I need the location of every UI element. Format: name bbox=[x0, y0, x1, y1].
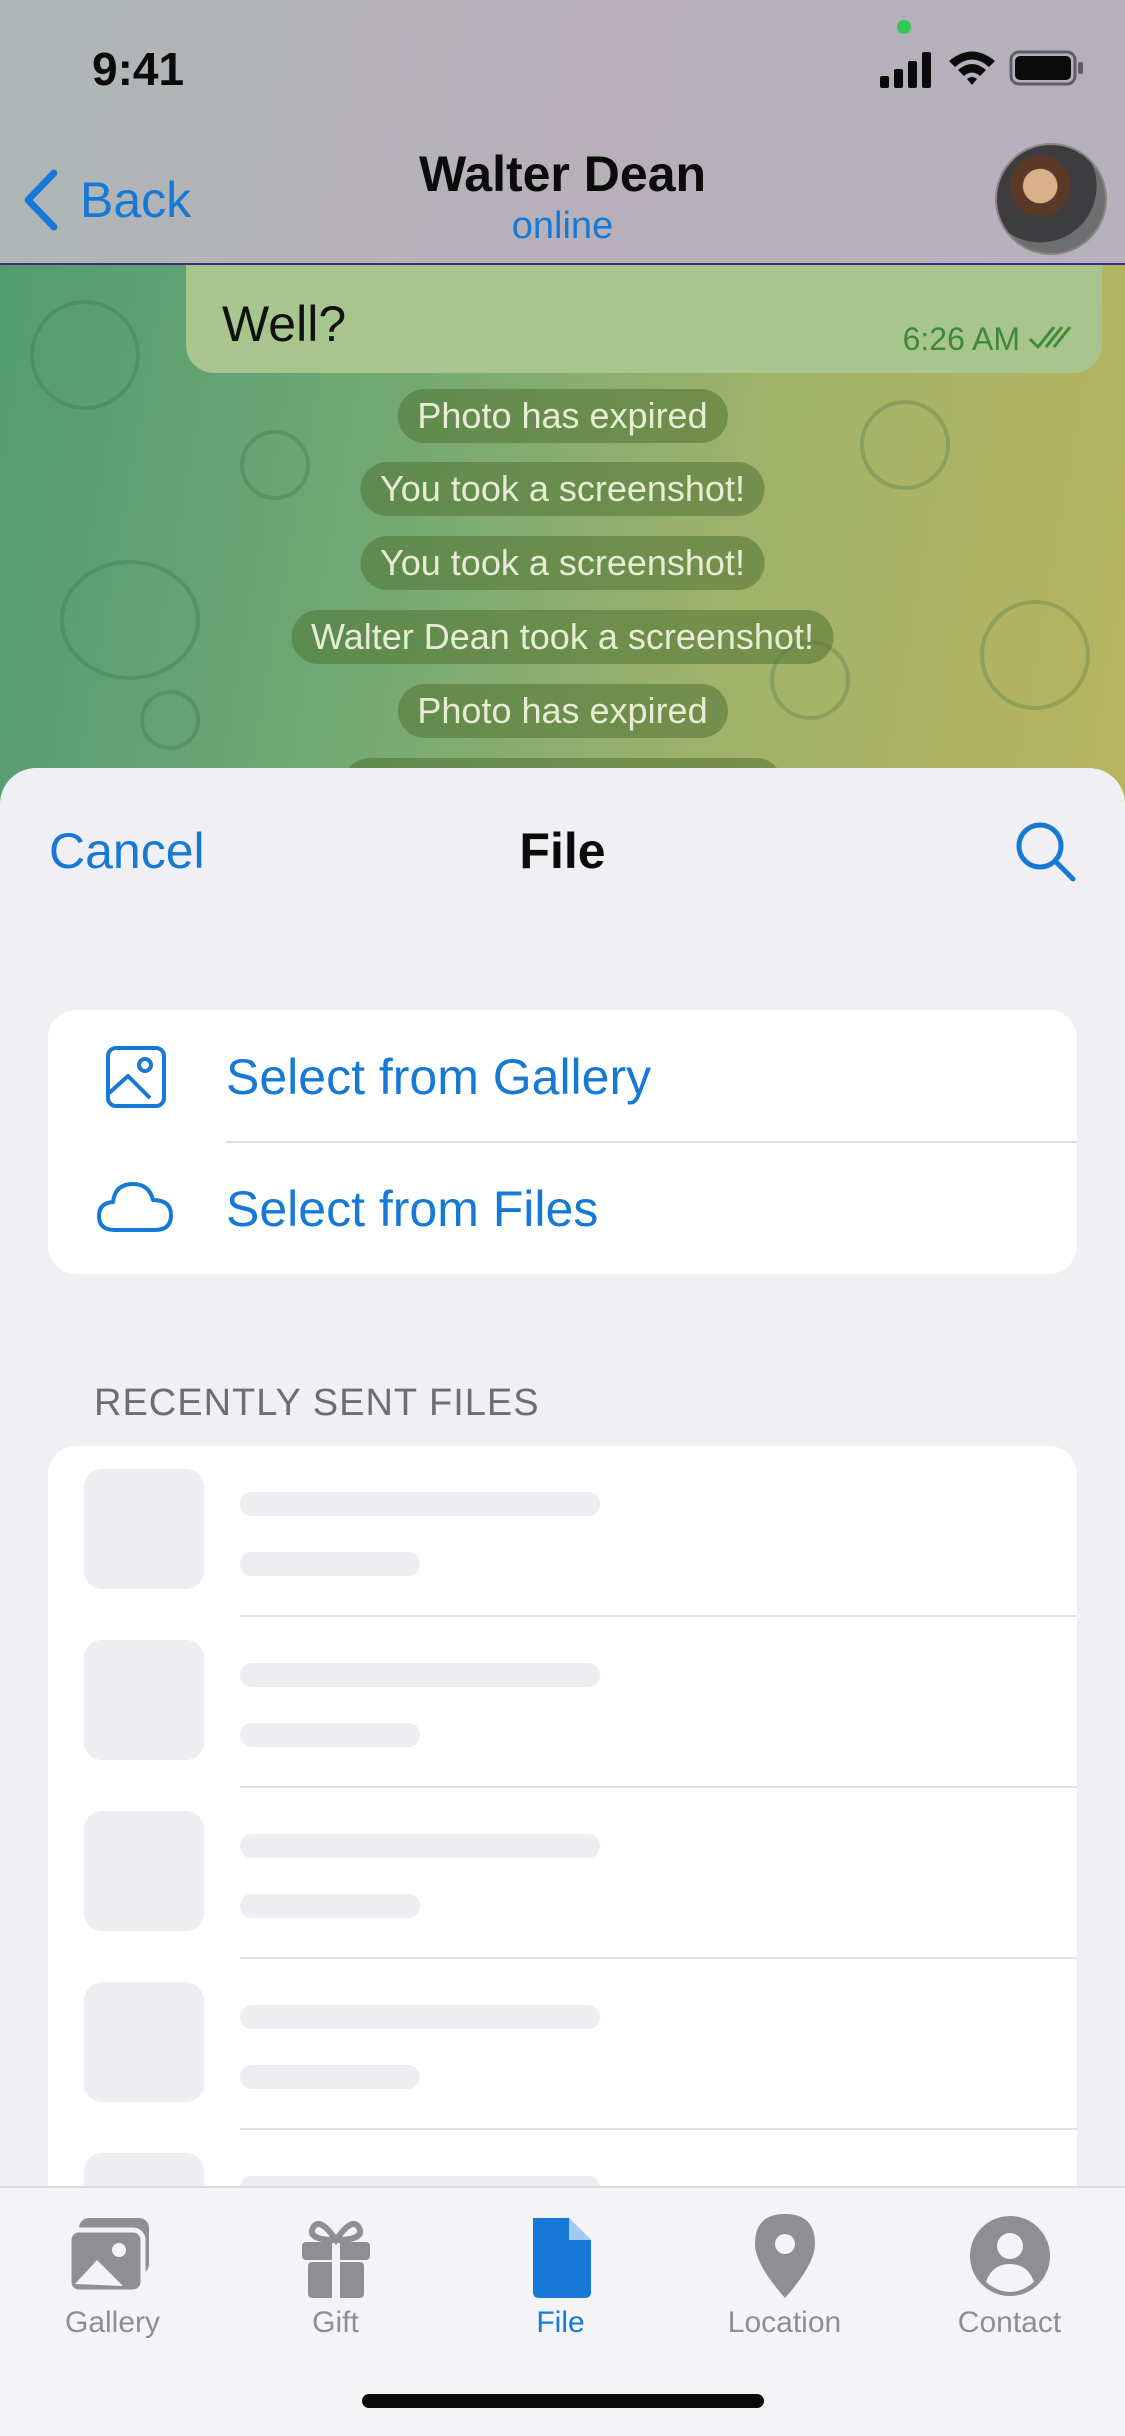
select-from-gallery-label: Select from Gallery bbox=[226, 1049, 652, 1105]
doodle-decoration bbox=[140, 690, 200, 750]
skeleton-line bbox=[240, 1492, 600, 1516]
list-item-placeholder bbox=[48, 1446, 1077, 1617]
list-item-placeholder bbox=[48, 1959, 1077, 2130]
select-from-files-button[interactable]: Select from Files bbox=[48, 1142, 1077, 1274]
skeleton-line bbox=[240, 1834, 600, 1858]
doodle-decoration bbox=[30, 300, 140, 410]
message-text: Well? bbox=[222, 296, 347, 352]
service-message: Walter Dean took a screenshot! bbox=[291, 610, 834, 664]
file-source-options: Select from Gallery Select from Files bbox=[48, 1010, 1077, 1274]
file-thumbnail-placeholder bbox=[84, 1469, 204, 1589]
file-icon bbox=[532, 2218, 591, 2298]
doodle-decoration bbox=[60, 560, 200, 680]
select-from-gallery-button[interactable]: Select from Gallery bbox=[48, 1010, 1077, 1142]
tab-label: Location bbox=[727, 2306, 842, 2339]
tab-label: Contact bbox=[957, 2306, 1062, 2339]
skeleton-line bbox=[240, 2005, 600, 2029]
tab-location[interactable]: Location bbox=[672, 2208, 897, 2348]
tab-file[interactable]: File bbox=[448, 2208, 673, 2348]
doodle-decoration bbox=[860, 400, 950, 490]
service-message: Photo has expired bbox=[397, 389, 728, 443]
location-pin-icon bbox=[754, 2214, 815, 2298]
skeleton-line bbox=[240, 1723, 420, 1747]
chat-status: online bbox=[511, 205, 614, 247]
skeleton-line bbox=[240, 1663, 600, 1687]
file-thumbnail-placeholder bbox=[84, 1811, 204, 1931]
status-time: 9:41 bbox=[92, 43, 185, 95]
camera-indicator-dot bbox=[897, 20, 911, 34]
cloud-icon bbox=[97, 1182, 173, 1232]
wifi-icon bbox=[949, 51, 995, 85]
chat-title[interactable]: Walter Dean bbox=[0, 145, 1125, 203]
cellular-signal-icon bbox=[880, 52, 931, 88]
tab-label: Gallery bbox=[64, 2306, 161, 2339]
skeleton-line bbox=[240, 1894, 420, 1918]
tab-gift[interactable]: Gift bbox=[223, 2208, 448, 2348]
tab-gallery[interactable]: Gallery bbox=[0, 2208, 225, 2348]
doodle-decoration bbox=[240, 430, 310, 500]
gallery-tab-icon bbox=[66, 2218, 149, 2295]
select-from-files-label: Select from Files bbox=[226, 1181, 599, 1237]
home-indicator[interactable] bbox=[362, 2394, 764, 2408]
recently-sent-files-header: RECENTLY SENT FILES bbox=[94, 1382, 540, 1424]
read-checkmarks-icon bbox=[1028, 326, 1072, 350]
battery-icon bbox=[1009, 50, 1083, 86]
service-message: Photo has expired bbox=[397, 684, 728, 738]
file-thumbnail-placeholder bbox=[84, 1982, 204, 2102]
contact-icon bbox=[969, 2216, 1050, 2296]
doodle-decoration bbox=[980, 600, 1090, 710]
service-message: You took a screenshot! bbox=[360, 462, 765, 516]
skeleton-line bbox=[240, 1552, 420, 1576]
avatar[interactable] bbox=[995, 143, 1107, 255]
list-item-placeholder bbox=[48, 1617, 1077, 1788]
tab-label: File bbox=[536, 2306, 585, 2339]
cancel-button[interactable]: Cancel bbox=[49, 822, 205, 880]
message-time: 6:26 AM bbox=[902, 321, 1020, 357]
gift-icon bbox=[301, 2220, 370, 2298]
tab-label: Gift bbox=[312, 2306, 359, 2339]
tab-contact[interactable]: Contact bbox=[897, 2208, 1122, 2348]
navigation-bar: 9:41 Back Walter Dean online bbox=[0, 0, 1125, 265]
file-thumbnail-placeholder bbox=[84, 1640, 204, 1760]
search-icon[interactable] bbox=[1012, 818, 1078, 884]
gallery-icon bbox=[106, 1046, 166, 1108]
service-message: You took a screenshot! bbox=[360, 536, 765, 590]
recent-files-list bbox=[48, 1446, 1077, 2206]
skeleton-line bbox=[240, 2065, 420, 2089]
list-item-placeholder bbox=[48, 1788, 1077, 1959]
outgoing-message-bubble[interactable]: Well? 6:26 AM bbox=[186, 265, 1102, 373]
